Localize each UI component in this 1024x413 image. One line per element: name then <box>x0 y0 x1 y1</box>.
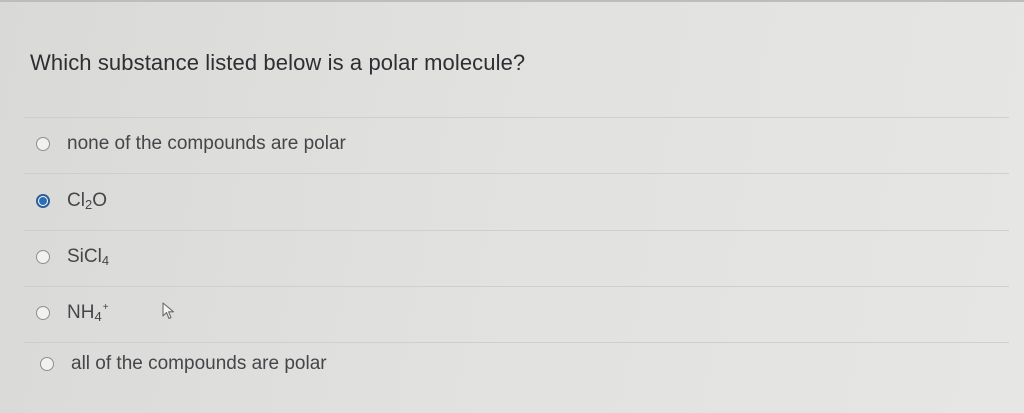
radio-button-selected[interactable] <box>36 194 50 208</box>
radio-button[interactable] <box>36 250 50 264</box>
option-label: all of the compounds are polar <box>71 353 327 374</box>
mouse-pointer-icon <box>162 302 175 320</box>
divider <box>24 117 1009 118</box>
option-label: NH4+ <box>67 302 109 324</box>
option-label: SiCl4 <box>67 246 110 268</box>
divider <box>24 230 1009 231</box>
divider <box>24 286 1009 287</box>
option-sicl4[interactable]: SiCl4 <box>36 242 109 272</box>
option-label: none of the compounds are polar <box>67 133 346 154</box>
radio-button[interactable] <box>40 357 54 371</box>
option-label: Cl2O <box>67 190 107 212</box>
divider <box>24 342 1009 343</box>
option-nh4[interactable]: NH4+ <box>36 298 109 328</box>
question-card: Which substance listed below is a polar … <box>0 0 1024 413</box>
option-none-polar[interactable]: none of the compounds are polar <box>36 129 346 159</box>
option-all-polar[interactable]: all of the compounds are polar <box>40 349 327 379</box>
option-cl2o[interactable]: Cl2O <box>36 186 107 216</box>
radio-button[interactable] <box>36 306 50 320</box>
divider <box>24 173 1009 174</box>
radio-button[interactable] <box>36 137 50 151</box>
question-text: Which substance listed below is a polar … <box>30 50 526 75</box>
